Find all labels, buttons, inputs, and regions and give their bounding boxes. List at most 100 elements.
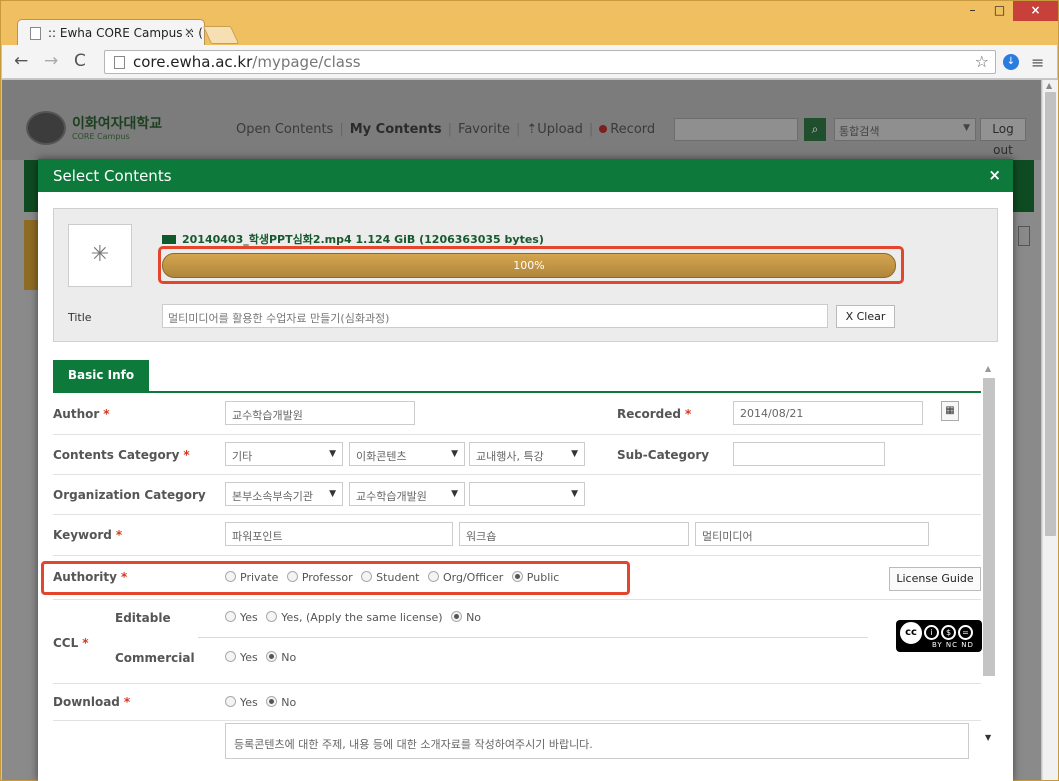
address-bar[interactable]: core.ewha.ac.kr/mypage/class ☆ (104, 50, 996, 74)
category-select-3[interactable]: 교내행사, 특강 ▼ (469, 442, 585, 466)
editable-yes-radio[interactable]: Yes (225, 611, 258, 624)
search-icon[interactable]: ⌕ (804, 118, 826, 141)
menu-icon[interactable]: ≡ (1031, 53, 1044, 72)
recorded-label: Recorded * (617, 407, 692, 421)
scroll-up-icon[interactable]: ▲ (1046, 81, 1052, 90)
window-close-button[interactable]: × (1013, 1, 1058, 21)
license-guide-button[interactable]: License Guide (889, 567, 981, 591)
download-label: Download * (53, 695, 131, 709)
extension-icon[interactable]: ↓ (1003, 54, 1019, 70)
editable-yes-same-license-radio[interactable]: Yes, (Apply the same license) (266, 611, 443, 624)
keyword-input-3[interactable]: 멀티미디어 (695, 522, 929, 546)
description-textarea[interactable]: 등록콘텐츠에 대한 주제, 내용 등에 대한 소개자료를 작성하여주시기 바랍니… (225, 723, 969, 759)
file-info: 20140403_학생PPT심화2.mp4 1.124 GiB (1206363… (162, 231, 544, 247)
search-scope-value: 통합검색 (839, 125, 880, 138)
commercial-yes-radio[interactable]: Yes (225, 651, 258, 664)
tab-title: :: Ewha CORE Campus :: ( (48, 26, 203, 40)
scroll-up-icon[interactable]: ▲ (985, 364, 991, 373)
nav-my-contents[interactable]: My Contents (350, 122, 442, 137)
logout-button[interactable]: Log out (980, 118, 1026, 157)
editable-no-radio[interactable]: No (451, 611, 481, 624)
contents-category-label: Contents Category * (53, 448, 190, 462)
dialog-close-icon[interactable]: × (988, 166, 1001, 184)
new-tab-button[interactable] (202, 26, 240, 44)
org-select-3[interactable]: ▼ (469, 482, 585, 506)
authority-highlight (41, 561, 630, 595)
logo-text[interactable]: 이화여자대학교 (72, 113, 162, 133)
author-input[interactable]: 교수학습개발원 (225, 401, 415, 425)
creative-commons-badge-icon: cc i $ = BY NC ND (896, 620, 982, 652)
site-search-input[interactable] (674, 118, 798, 141)
form-scrollbar-thumb[interactable] (983, 378, 995, 676)
contents-category-row: Contents Category * 기타 ▼ 이화콘텐츠 ▼ 교내행사, 특강 ▼ … (53, 436, 981, 475)
title-input[interactable]: 멀티미디어를 활용한 수업자료 만들기(심화과정) (162, 304, 828, 328)
chevron-down-icon: ▼ (571, 489, 578, 499)
tab-close-icon[interactable]: × (184, 25, 194, 39)
nav-favorite[interactable]: Favorite (458, 122, 510, 137)
title-label: Title (68, 311, 92, 324)
cc-sub-text: BY NC ND (932, 641, 974, 649)
select-contents-dialog: Select Contents × ✳ 20140403_학생PPT심화2.mp… (38, 159, 1013, 781)
calendar-icon[interactable]: ▦ (941, 401, 959, 421)
bookmark-star-icon[interactable]: ☆ (975, 52, 989, 71)
nc-icon: $ (941, 625, 956, 640)
browser-tab[interactable]: :: Ewha CORE Campus :: ( × (17, 19, 205, 46)
nav-record[interactable]: Record (610, 122, 655, 137)
upload-icon: ⇡ (526, 122, 538, 137)
url-host: core.ewha.ac.kr (133, 53, 253, 71)
commercial-no-radio[interactable]: No (266, 651, 296, 664)
tab-basic-info[interactable]: Basic Info (53, 360, 149, 393)
download-no-radio[interactable]: No (266, 696, 296, 709)
title-bar: :: Ewha CORE Campus :: ( × – □ × (1, 1, 1058, 46)
nav-open-contents[interactable]: Open Contents (236, 122, 333, 137)
scroll-down-icon[interactable]: ▼ (985, 733, 991, 742)
forward-icon[interactable]: → (44, 53, 58, 70)
keyword-input-1[interactable]: 파워포인트 (225, 522, 453, 546)
chevron-down-icon: ▼ (329, 489, 336, 499)
form-scrollbar[interactable]: ▲ ▼ (983, 360, 996, 752)
chevron-down-icon: ▼ (571, 449, 578, 459)
chevron-down-icon: ▼ (451, 449, 458, 459)
keyword-input-2[interactable]: 워크숍 (459, 522, 689, 546)
search-scope-select[interactable]: 통합검색 ▼ (834, 118, 976, 141)
chevron-down-icon: ▼ (329, 449, 336, 459)
loading-spinner-icon: ✳ (68, 224, 132, 287)
recorded-date-input[interactable]: 2014/08/21 (733, 401, 923, 425)
reload-icon[interactable]: C (74, 53, 86, 70)
commercial-radio-group: Yes No (225, 651, 301, 664)
ccl-label: CCL * (53, 636, 89, 650)
url-path: /mypage/class (252, 53, 361, 71)
folder-icon (162, 235, 176, 244)
top-navigation: Open Contents | My Contents | Favorite | ⇡Uplo… (236, 122, 656, 137)
scrollbar-thumb[interactable] (1045, 92, 1056, 536)
organization-category-label: Organization Category (53, 488, 206, 502)
commercial-label: Commercial (115, 651, 195, 665)
clear-button[interactable]: X Clear (836, 305, 895, 328)
browser-toolbar: ← → C core.ewha.ac.kr/mypage/class ☆ (2, 45, 1057, 79)
download-radio-group: Yes No (225, 696, 301, 709)
cc-icon: cc (900, 622, 922, 644)
maximize-button[interactable]: □ (986, 1, 1013, 21)
organization-category-row: Organization Category 본부소속부속기관 ▼ 교수학습개발원 ▼… (53, 476, 981, 515)
list-view-icon (1018, 226, 1030, 246)
ccl-divider (198, 637, 868, 638)
author-label: Author * (53, 407, 110, 421)
download-yes-radio[interactable]: Yes (225, 696, 258, 709)
category-select-2[interactable]: 이화콘텐츠 ▼ (349, 442, 465, 466)
keyword-row: Keyword * 파워포인트 워크숍 멀티미디어 (53, 516, 981, 556)
subcategory-input[interactable] (733, 442, 885, 466)
org-select-2[interactable]: 교수학습개발원 ▼ (349, 482, 465, 506)
page-icon (114, 56, 125, 69)
university-seal-icon[interactable] (26, 111, 66, 145)
editable-label: Editable (115, 611, 171, 625)
author-row: Author * 교수학습개발원 Recorded * 2014/08/21 (53, 395, 981, 435)
nav-upload[interactable]: Upload (537, 122, 583, 137)
keyword-label: Keyword * (53, 528, 123, 542)
minimize-button[interactable]: – (959, 1, 986, 21)
category-select-1[interactable]: 기타 ▼ (225, 442, 343, 466)
back-icon[interactable]: ← (14, 53, 28, 70)
chevron-down-icon: ▼ (963, 123, 970, 133)
file-info-text: 20140403_학생PPT심화2.mp4 1.124 GiB (1206363… (182, 233, 544, 246)
org-select-1[interactable]: 본부소속부속기관 ▼ (225, 482, 343, 506)
page-scrollbar[interactable]: ▲ (1042, 80, 1058, 780)
